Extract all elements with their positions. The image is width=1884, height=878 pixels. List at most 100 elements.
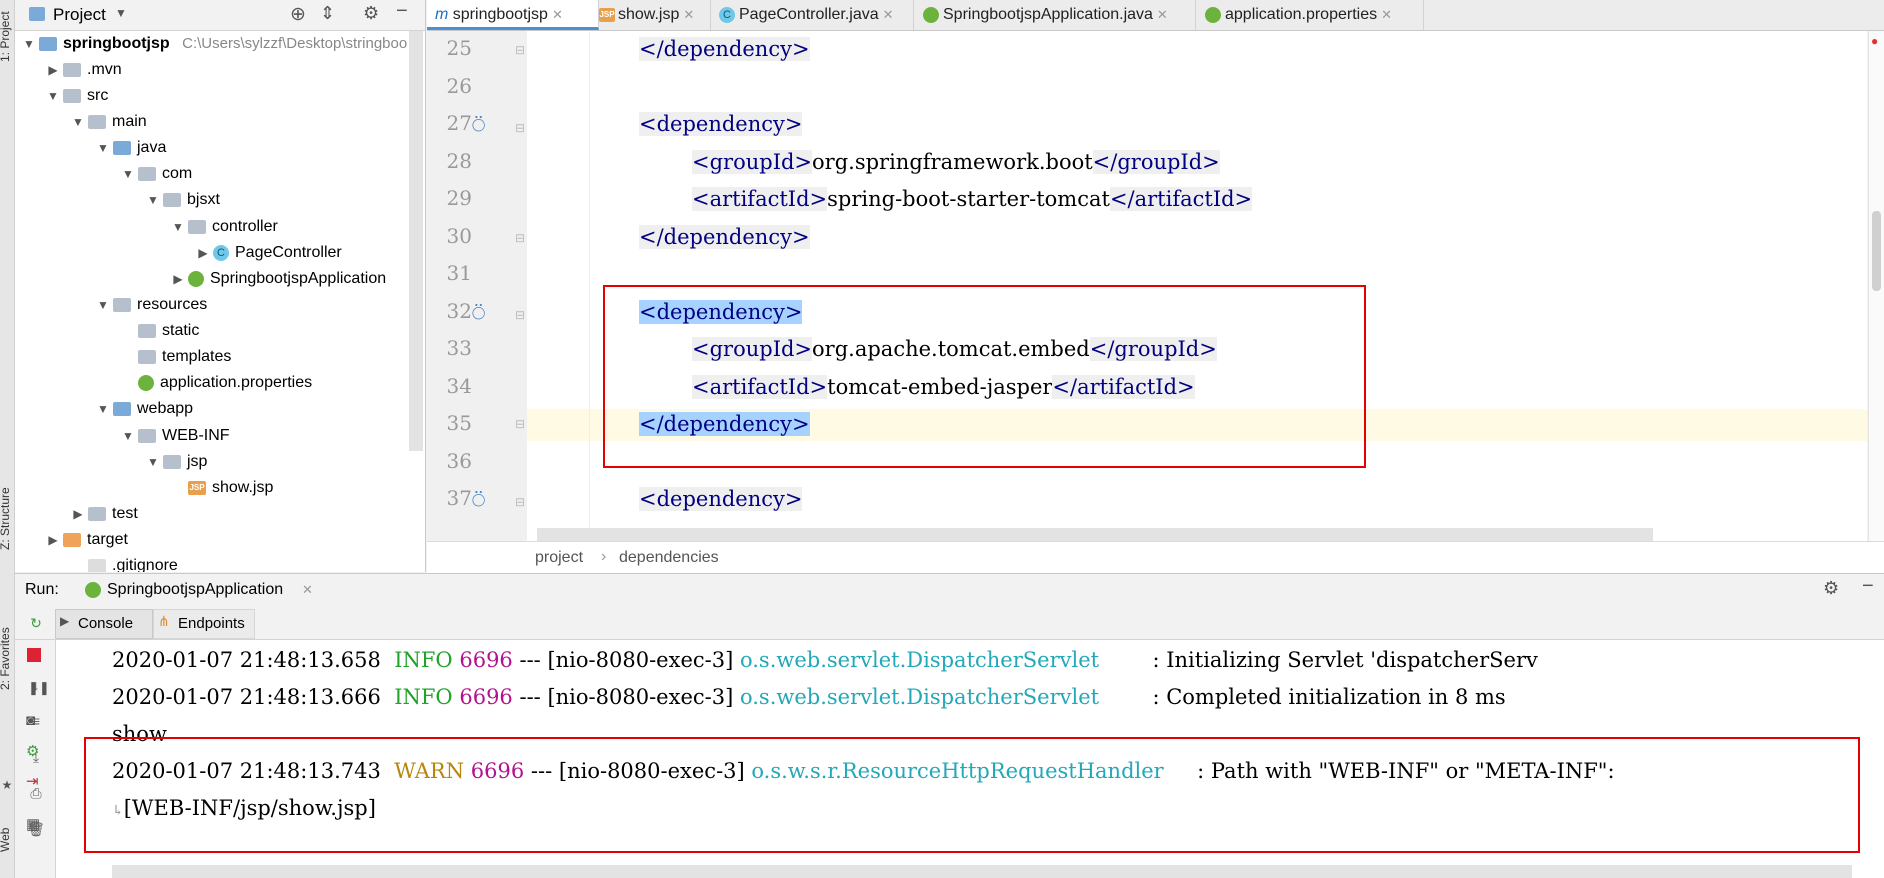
chevron-right-icon[interactable]: ▶ xyxy=(43,527,63,553)
gear-icon[interactable]: ⚙ xyxy=(363,3,379,24)
minimize-icon[interactable]: − xyxy=(396,0,408,23)
code-line-29: <artifactId>spring-boot-starter-tomcat</… xyxy=(692,187,1253,211)
tree-node-root[interactable]: ▼ springbootjsp C:\Users\sylzzf\Desktop\s… xyxy=(19,31,407,57)
tree-node-webapp[interactable]: ▼ webapp xyxy=(93,396,193,422)
star-icon[interactable]: ★ xyxy=(0,778,14,792)
tab-springbootjspapplication[interactable]: SpringbootjspApplication.java ✕ xyxy=(915,0,1196,30)
chevron-down-icon[interactable]: ▼ xyxy=(93,396,113,422)
chevron-down-icon[interactable]: ▼ xyxy=(68,109,88,135)
tree-node-java[interactable]: ▼ java xyxy=(93,135,166,161)
tab-application-properties[interactable]: application.properties ✕ xyxy=(1197,0,1424,30)
tree-node-webinf[interactable]: ▼ WEB-INF xyxy=(118,423,230,449)
editor-horizontal-scrollbar[interactable] xyxy=(537,528,1653,541)
web-tool-tab[interactable]: Web xyxy=(0,828,12,852)
fold-icon[interactable]: ⊟ xyxy=(515,231,525,245)
tree-node-controller[interactable]: ▼ controller xyxy=(168,214,278,240)
chevron-down-icon[interactable]: ▼ xyxy=(168,214,188,240)
tree-node-pagecontroller[interactable]: ▶ C PageController xyxy=(193,240,341,266)
overrides-gutter-icon[interactable]: ⍥ xyxy=(472,488,485,514)
close-icon[interactable]: ✕ xyxy=(883,7,894,22)
gear-icon[interactable]: ⚙ xyxy=(1823,578,1839,599)
close-icon[interactable]: ✕ xyxy=(1381,7,1392,22)
structure-tool-tab[interactable]: Z: Structure xyxy=(0,487,12,550)
fold-icon[interactable]: ⊟ xyxy=(515,121,525,135)
code-line-25: </dependency> xyxy=(639,37,810,61)
tree-node-main[interactable]: ▼ main xyxy=(68,109,147,135)
tree-node-app-props[interactable]: application.properties xyxy=(118,370,312,396)
line-number: 29 xyxy=(446,186,472,210)
chevron-down-icon[interactable]: ▼ xyxy=(118,161,138,187)
overrides-gutter-icon[interactable]: ⍥ xyxy=(472,301,485,327)
tree-node-test[interactable]: ▶ test xyxy=(68,501,137,527)
close-icon[interactable]: ✕ xyxy=(302,582,313,598)
chevron-down-icon[interactable]: ▼ xyxy=(143,187,163,213)
tree-node-jsp[interactable]: ▼ jsp xyxy=(143,449,207,475)
tab-endpoints[interactable]: ⋔ Endpoints xyxy=(153,609,255,639)
tab-springbootjsp[interactable]: m springbootjsp ✕ xyxy=(427,0,599,30)
close-icon[interactable]: ✕ xyxy=(683,7,694,22)
tree-node-static[interactable]: static xyxy=(118,318,199,344)
project-tool-tab[interactable]: 1: Project xyxy=(0,11,12,62)
tree-node-app[interactable]: ▶ SpringbootjspApplication xyxy=(168,266,386,292)
project-scrollbar[interactable] xyxy=(409,31,423,451)
close-icon[interactable]: ✕ xyxy=(552,7,563,22)
run-label: Run: xyxy=(25,581,59,598)
exit-icon[interactable]: ⇥ xyxy=(26,772,39,790)
pause-icon[interactable]: ❚❚ xyxy=(28,680,50,696)
scroll-thumb[interactable] xyxy=(1872,211,1881,291)
breadcrumb: project › dependencies xyxy=(427,541,1884,574)
camera-icon[interactable]: ◙ xyxy=(26,712,35,729)
tree-node-bjsxt[interactable]: ▼ bjsxt xyxy=(143,187,220,213)
tree-node-com[interactable]: ▼ com xyxy=(118,161,192,187)
project-title[interactable]: Project xyxy=(53,5,106,25)
folder-icon xyxy=(63,62,81,77)
settings-run-icon[interactable]: ⚙ xyxy=(26,742,39,760)
favorites-tool-tab[interactable]: 2: Favorites xyxy=(0,627,12,690)
tree-node-show-jsp[interactable]: JSP show.jsp xyxy=(168,475,273,501)
line-number: 28 xyxy=(446,149,472,173)
chevron-right-icon[interactable]: ▶ xyxy=(68,501,88,527)
tree-node-resources[interactable]: ▼ resources xyxy=(93,292,207,318)
fold-icon[interactable]: ⊟ xyxy=(515,43,525,57)
tab-pagecontroller[interactable]: C PageController.java ✕ xyxy=(711,0,914,30)
chevron-down-icon[interactable]: ▼ xyxy=(19,31,39,57)
error-indicator-icon[interactable]: ● xyxy=(1871,34,1878,48)
tree-node-target[interactable]: ▶ target xyxy=(43,527,128,553)
chevron-down-icon[interactable]: ▼ xyxy=(143,449,163,475)
run-config-tab[interactable]: SpringbootjspApplication xyxy=(107,581,283,599)
line-number: 33 xyxy=(446,336,472,360)
breadcrumb-project[interactable]: project xyxy=(535,549,583,567)
chevron-down-icon[interactable]: ▼ xyxy=(93,292,113,318)
tab-show-jsp[interactable]: JSP show.jsp ✕ xyxy=(591,0,711,30)
close-icon[interactable]: ✕ xyxy=(1157,7,1168,22)
chevron-right-icon[interactable]: ▶ xyxy=(168,266,188,292)
tree-node-gitignore[interactable]: .gitignore xyxy=(68,553,178,572)
editor-vertical-scrollbar[interactable]: ● xyxy=(1868,31,1884,541)
fold-icon[interactable]: ⊟ xyxy=(515,417,525,431)
fold-icon[interactable]: ⊟ xyxy=(515,308,525,322)
package-icon xyxy=(138,166,156,181)
chevron-down-icon[interactable]: ▼ xyxy=(118,423,138,449)
stop-icon[interactable] xyxy=(27,648,41,662)
tree-node-mvn[interactable]: ▶ .mvn xyxy=(43,57,121,83)
chevron-down-icon[interactable]: ▼ xyxy=(93,135,113,161)
collapse-all-icon[interactable]: ⇕ xyxy=(320,3,335,24)
minimize-icon[interactable]: − xyxy=(1862,575,1874,598)
tree-node-templates[interactable]: templates xyxy=(118,344,231,370)
layout-icon[interactable]: ▦ xyxy=(26,815,40,833)
highlight-box-dependency xyxy=(603,285,1366,468)
chevron-down-icon[interactable]: ▼ xyxy=(43,83,63,109)
code-line-28: <groupId>org.springframework.boot</group… xyxy=(692,150,1220,174)
tab-console[interactable]: ▶ Console xyxy=(55,609,153,639)
locate-icon[interactable]: ⊕ xyxy=(290,3,306,26)
tree-node-src[interactable]: ▼ src xyxy=(43,83,108,109)
console-horizontal-scrollbar[interactable] xyxy=(112,865,1852,878)
overrides-gutter-icon[interactable]: ⍥ xyxy=(472,113,485,139)
log-line: 2020-01-07 21:48:13.666 INFO 6696 --- [n… xyxy=(112,685,1506,709)
chevron-right-icon[interactable]: ▶ xyxy=(43,57,63,83)
chevron-down-icon[interactable]: ▼ xyxy=(115,6,127,20)
fold-icon[interactable]: ⊟ xyxy=(515,495,525,509)
chevron-right-icon[interactable]: ▶ xyxy=(193,240,213,266)
breadcrumb-dependencies[interactable]: dependencies xyxy=(619,549,719,567)
line-number: 26 xyxy=(446,74,472,98)
